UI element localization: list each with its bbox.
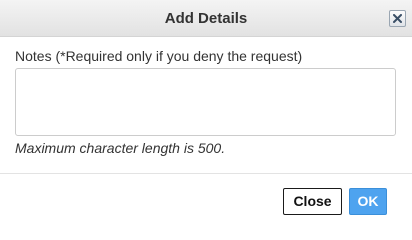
dialog-titlebar: Add Details [0, 0, 412, 37]
close-x-icon[interactable] [389, 10, 406, 27]
notes-textarea[interactable] [15, 68, 396, 136]
ok-button[interactable]: OK [349, 188, 387, 215]
dialog-title: Add Details [164, 10, 248, 27]
close-button[interactable]: Close [283, 188, 342, 215]
footer-divider [0, 173, 412, 174]
notes-label: Notes (*Required only if you deny the re… [15, 48, 303, 64]
add-details-dialog: Add Details Notes (*Required only if you… [0, 0, 412, 234]
character-limit-hint: Maximum character length is 500. [15, 140, 226, 156]
